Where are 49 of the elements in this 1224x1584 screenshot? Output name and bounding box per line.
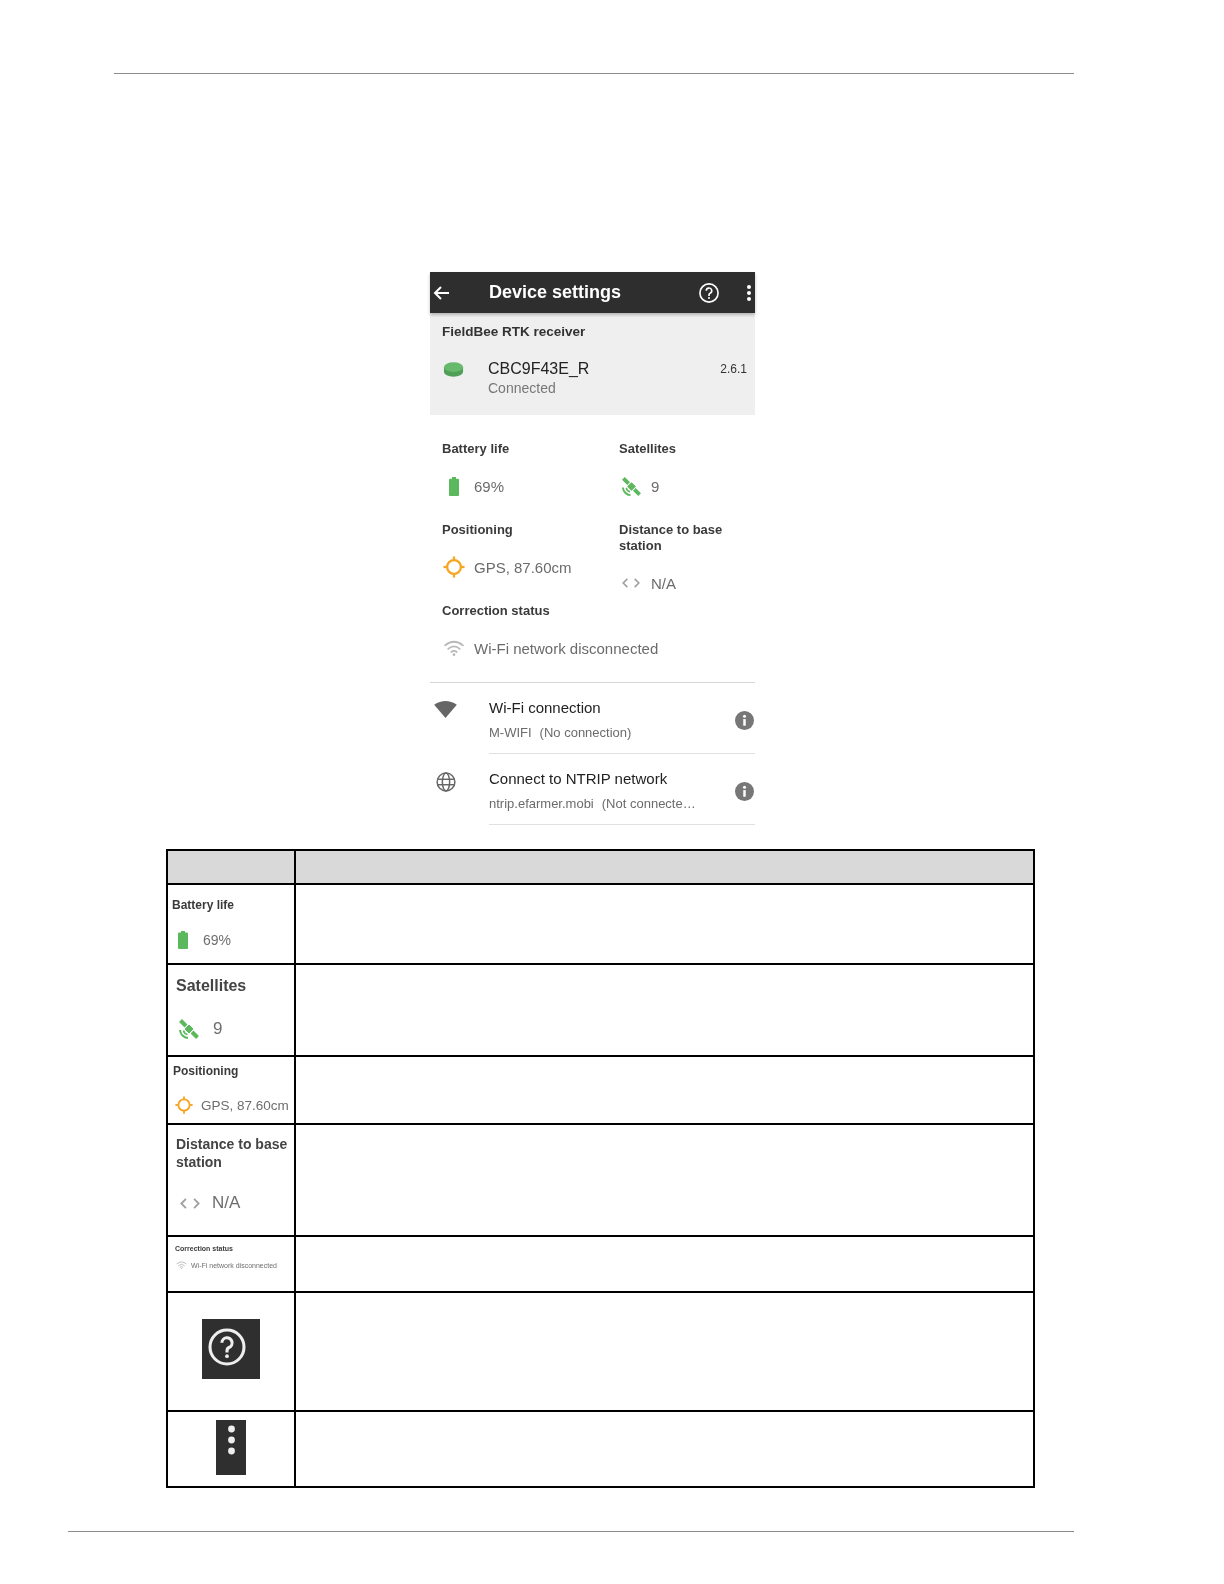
satellite-icon <box>620 475 642 497</box>
connection-status: (Not connecte… <box>601 796 696 812</box>
help-icon[interactable] <box>699 282 719 303</box>
more-icon[interactable] <box>747 284 751 301</box>
stat-value: 9 <box>651 477 660 495</box>
stat-value: 69% <box>203 932 232 948</box>
wifi-icon <box>176 1261 187 1269</box>
info-icon[interactable] <box>735 781 754 801</box>
stat-value: N/A <box>212 1193 241 1213</box>
connection-status: (No connection) <box>539 725 632 741</box>
connection-title[interactable]: Wi-Fi connection <box>489 699 735 717</box>
network-name: M-WIFI <box>489 725 532 741</box>
battery-icon <box>449 476 459 496</box>
globe-icon <box>436 772 456 792</box>
stat-label: Distance to base station <box>176 1135 289 1171</box>
satellite-icon <box>178 1018 200 1040</box>
stat-value: GPS, 87.60cm <box>474 558 572 576</box>
stat-label: Satellites <box>176 976 248 996</box>
version-text: 2.6.1 <box>720 361 747 378</box>
stat-value: N/A <box>651 574 676 592</box>
crosshair-icon <box>175 1096 193 1114</box>
chevrons-icon <box>622 578 640 588</box>
wifi-icon <box>434 701 457 718</box>
chevrons-icon <box>180 1197 200 1209</box>
stat-label: Distance to base station <box>619 522 724 554</box>
stat-value: 69% <box>474 477 505 495</box>
battery-icon <box>178 931 188 949</box>
connection-title[interactable]: Connect to NTRIP network <box>489 770 735 788</box>
help-icon <box>202 1319 260 1379</box>
stat-label: Correction status <box>442 603 551 619</box>
crosshair-icon <box>443 556 465 578</box>
stat-label: Satellites <box>619 441 678 457</box>
stat-value: GPS, 87.60cm <box>201 1097 289 1113</box>
stat-label: Positioning <box>173 1063 240 1079</box>
stat-value: Wi-Fi network disconnected <box>474 639 659 657</box>
more-icon <box>216 1420 246 1475</box>
wifi-icon <box>443 640 465 656</box>
puck-icon <box>443 361 464 379</box>
info-icon[interactable] <box>735 710 754 730</box>
screen-title: Device settings <box>489 282 623 303</box>
device-status: Connected <box>488 379 557 398</box>
section-title: FieldBee RTK receiver <box>442 323 587 340</box>
network-name: ntrip.efarmer.mobi <box>489 796 594 812</box>
device-name: CBC9F43E_R <box>488 359 590 379</box>
back-icon[interactable] <box>433 285 449 300</box>
stat-label: Battery life <box>442 441 511 457</box>
stat-label: Positioning <box>442 522 514 538</box>
stat-label: Battery life <box>172 897 236 913</box>
stat-value: 9 <box>213 1019 223 1039</box>
